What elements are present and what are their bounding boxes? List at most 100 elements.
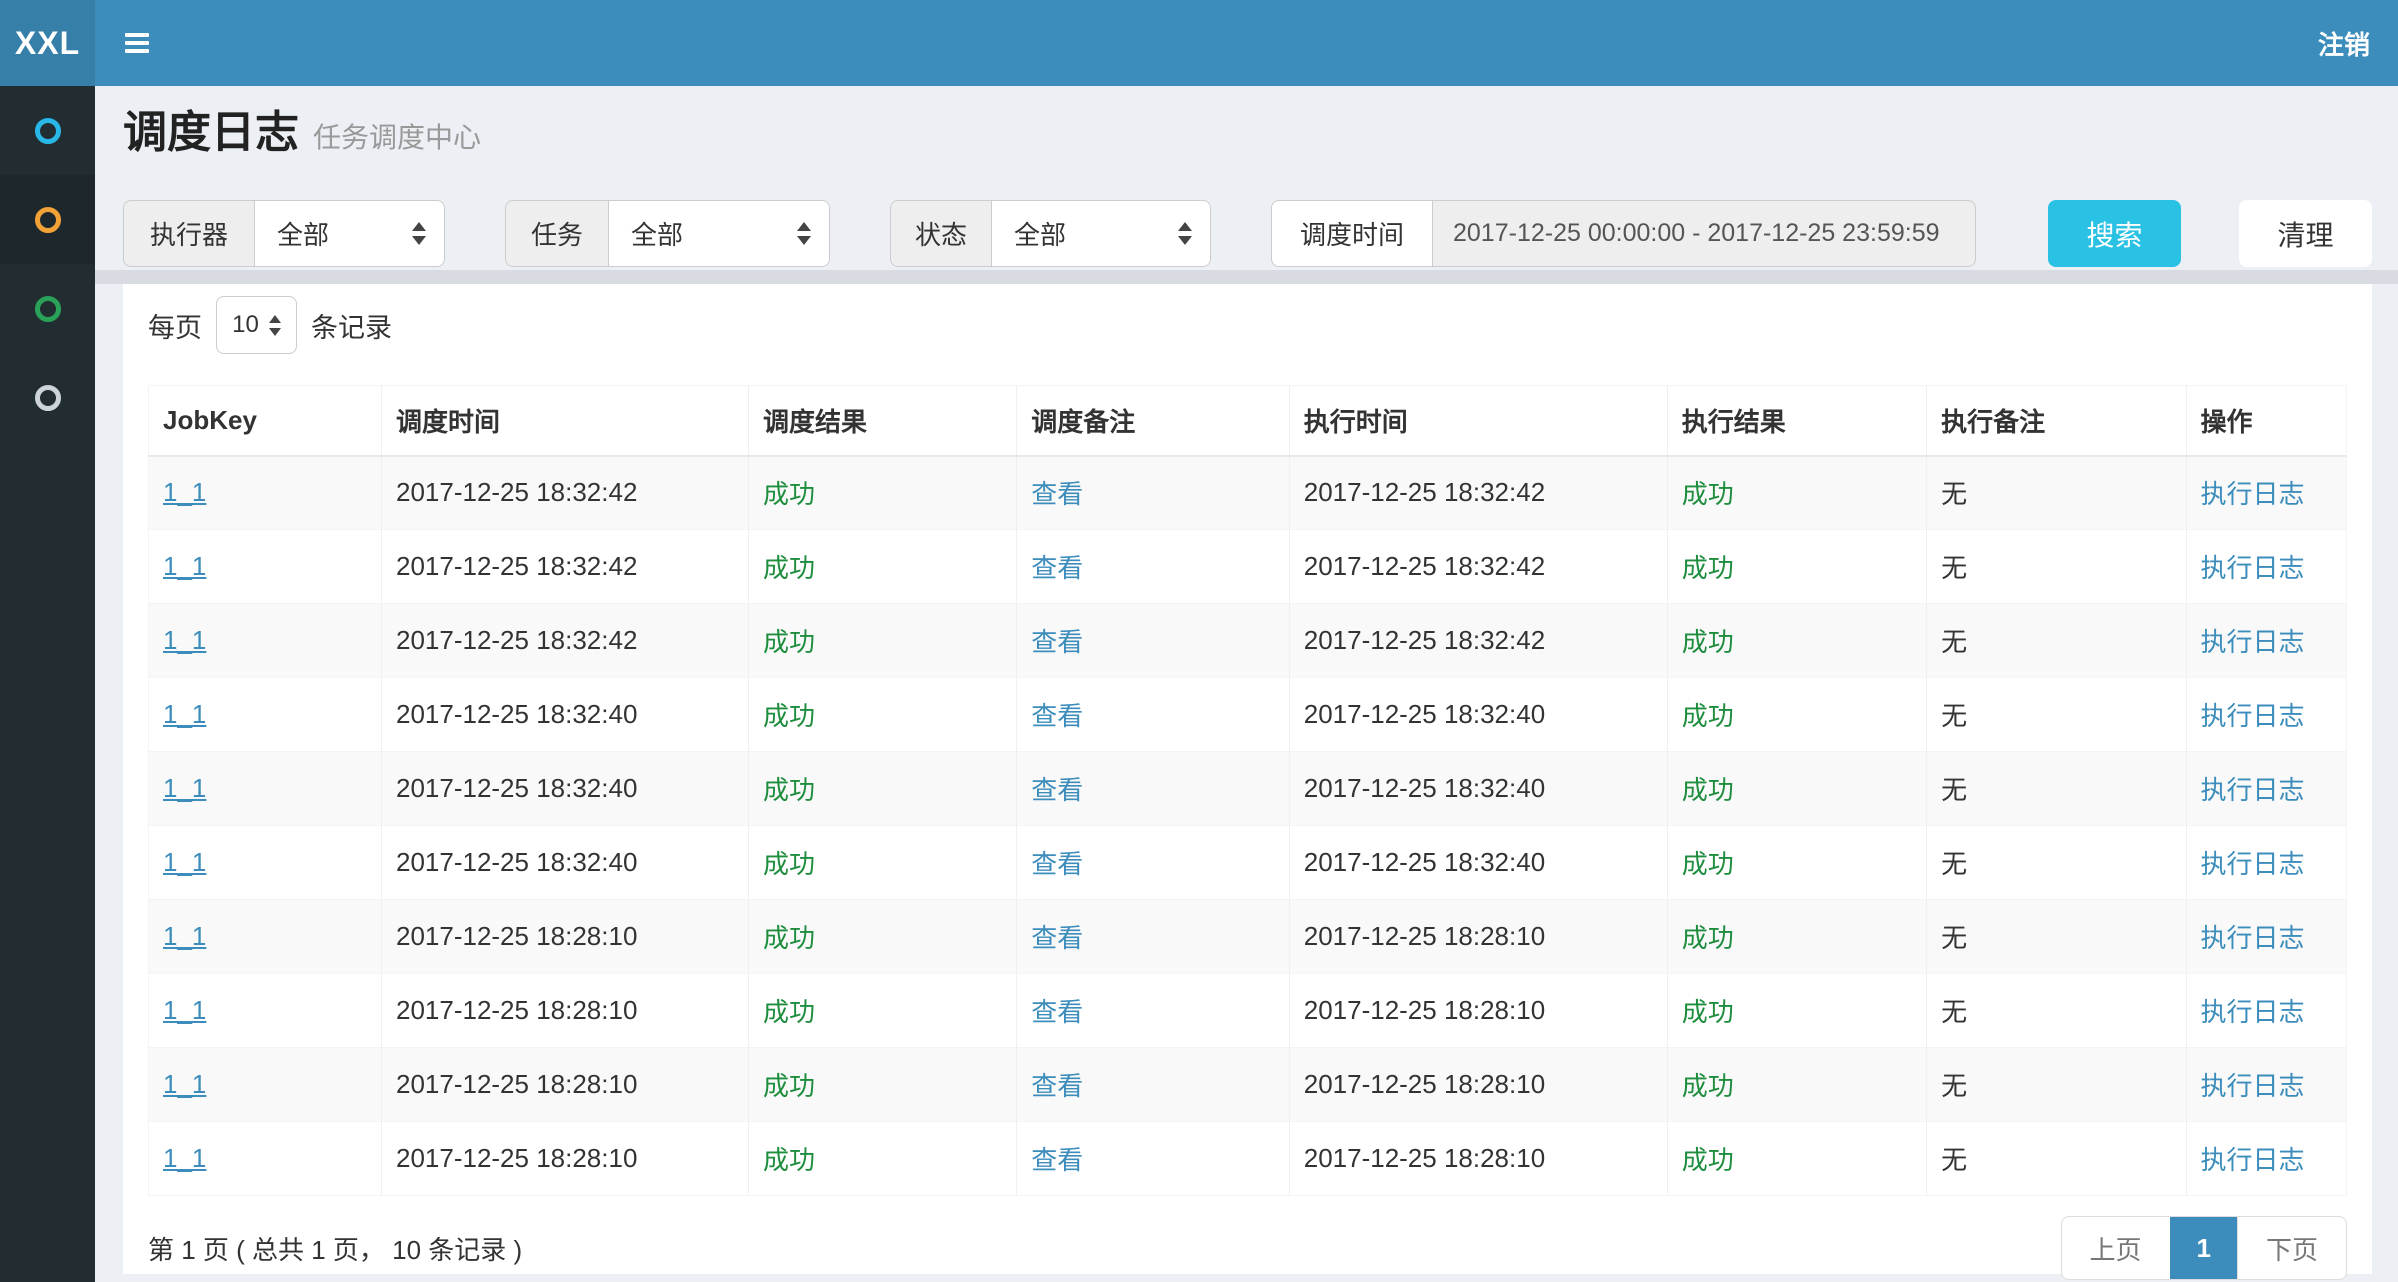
sidebar-item-menu-2[interactable] (0, 175, 95, 264)
cell-trigger_result: 成功 (749, 900, 1017, 974)
trigger_result-status: 成功 (763, 479, 815, 509)
trigger_msg-link[interactable]: 查看 (1031, 627, 1083, 657)
current-page-button[interactable]: 1 (2170, 1217, 2237, 1279)
cell-action: 执行日志 (2186, 900, 2347, 974)
cell-trigger_result: 成功 (749, 752, 1017, 826)
trigger_result-status: 成功 (763, 627, 815, 657)
action-link[interactable]: 执行日志 (2201, 1145, 2305, 1175)
cell-trigger_time: 2017-12-25 18:28:10 (381, 900, 748, 974)
cell-trigger_time: 2017-12-25 18:32:40 (381, 752, 748, 826)
action-link[interactable]: 执行日志 (2201, 627, 2305, 657)
handle_result-status: 成功 (1682, 923, 1734, 953)
jobkey-link[interactable]: 1_1 (163, 625, 206, 655)
executor-filter-select[interactable]: 全部 (254, 200, 445, 267)
trigger_msg-link[interactable]: 查看 (1031, 775, 1083, 805)
sidebar-item-menu-1[interactable] (0, 86, 95, 175)
table-row: 1_12017-12-25 18:32:40成功查看2017-12-25 18:… (149, 752, 2347, 826)
sidebar-toggle-icon[interactable] (125, 33, 149, 53)
cell-handle_result: 成功 (1667, 678, 1926, 752)
cell-trigger_msg: 查看 (1017, 752, 1290, 826)
job-filter-group: 任务 全部 (505, 200, 830, 267)
cell-trigger_msg: 查看 (1017, 1048, 1290, 1122)
jobkey-link[interactable]: 1_1 (163, 699, 206, 729)
trigger_msg-link[interactable]: 查看 (1031, 479, 1083, 509)
action-link[interactable]: 执行日志 (2201, 1071, 2305, 1101)
job-filter-select[interactable]: 全部 (608, 200, 830, 267)
circle-icon (35, 118, 61, 144)
action-link[interactable]: 执行日志 (2201, 923, 2305, 953)
cell-trigger_time: 2017-12-25 18:28:10 (381, 974, 748, 1048)
circle-icon (35, 385, 61, 411)
cell-trigger_time: 2017-12-25 18:32:40 (381, 678, 748, 752)
cell-action: 执行日志 (2186, 974, 2347, 1048)
column-header-jobkey: JobKey (149, 386, 382, 456)
cell-trigger_time: 2017-12-25 18:32:42 (381, 530, 748, 604)
handle_result-status: 成功 (1682, 479, 1734, 509)
prev-page-button[interactable]: 上页 (2062, 1217, 2170, 1279)
cell-trigger_msg: 查看 (1017, 604, 1290, 678)
column-header-trigger_result: 调度结果 (749, 386, 1017, 456)
handle_result-status: 成功 (1682, 1145, 1734, 1175)
cell-handle_time: 2017-12-25 18:32:42 (1289, 604, 1667, 678)
select-arrows-icon (1178, 222, 1192, 245)
cell-trigger_msg: 查看 (1017, 456, 1290, 530)
select-arrows-icon (412, 222, 426, 245)
cell-action: 执行日志 (2186, 530, 2347, 604)
table-footer: 第 1 页 ( 总共 1 页， 10 条记录 ) 上页 1 下页 (148, 1216, 2347, 1280)
cell-jobkey: 1_1 (149, 1122, 382, 1196)
next-page-button[interactable]: 下页 (2237, 1217, 2346, 1279)
trigger_result-status: 成功 (763, 1071, 815, 1101)
jobkey-link[interactable]: 1_1 (163, 995, 206, 1025)
table-row: 1_12017-12-25 18:28:10成功查看2017-12-25 18:… (149, 900, 2347, 974)
table-row: 1_12017-12-25 18:32:40成功查看2017-12-25 18:… (149, 826, 2347, 900)
table-row: 1_1 2017-12-25 18:28:10 成功 查看 2017-12-25 18:… (149, 1122, 2347, 1196)
trigger_msg-link[interactable]: 查看 (1031, 1145, 1083, 1175)
sidebar-item-menu-3[interactable] (0, 264, 95, 353)
cell-jobkey: 1_1 (149, 678, 382, 752)
trigger-time-range-input[interactable]: 2017-12-25 00:00:00 - 2017-12-25 23:59:5… (1432, 200, 1976, 267)
cell-trigger_msg: 查看 (1017, 678, 1290, 752)
trigger_msg-link[interactable]: 查看 (1031, 849, 1083, 879)
trigger_msg-link[interactable]: 查看 (1031, 997, 1083, 1027)
jobkey-link[interactable]: 1_1 (163, 773, 206, 803)
column-header-handle_time: 执行时间 (1289, 386, 1667, 456)
search-button[interactable]: 搜索 (2048, 200, 2181, 267)
jobkey-link[interactable]: 1_1 (163, 477, 206, 507)
cell-handle_time: 2017-12-25 18:32:42 (1289, 456, 1667, 530)
app-logo[interactable]: XXL (0, 0, 95, 86)
cell-handle_time: 2017-12-25 18:28:10 (1289, 1122, 1667, 1196)
column-header-trigger_time: 调度时间 (381, 386, 748, 456)
action-link[interactable]: 执行日志 (2201, 849, 2305, 879)
page-size-control: 每页 10 条记录 (148, 296, 2347, 354)
trigger_msg-link[interactable]: 查看 (1031, 553, 1083, 583)
sidebar-item-menu-4[interactable] (0, 353, 95, 442)
cell-trigger_time: 2017-12-25 18:28:10 (381, 1122, 748, 1196)
table-row: 1_12017-12-25 18:28:10成功查看2017-12-25 18:… (149, 974, 2347, 1048)
status-filter-select[interactable]: 全部 (991, 200, 1211, 267)
logout-link[interactable]: 注销 (2318, 25, 2370, 62)
cell-handle_result: 成功 (1667, 604, 1926, 678)
action-link[interactable]: 执行日志 (2201, 553, 2305, 583)
page-size-select[interactable]: 10 (216, 296, 297, 354)
pagination-summary: 第 1 页 ( 总共 1 页， 10 条记录 ) (148, 1230, 522, 1267)
action-link[interactable]: 执行日志 (2201, 701, 2305, 731)
clear-button[interactable]: 清理 (2239, 200, 2372, 267)
trigger_msg-link[interactable]: 查看 (1031, 701, 1083, 731)
table-row: 1_12017-12-25 18:28:10成功查看2017-12-25 18:… (149, 1048, 2347, 1122)
jobkey-link[interactable]: 1_1 (163, 847, 206, 877)
trigger-time-filter-group: 调度时间 2017-12-25 00:00:00 - 2017-12-25 23… (1271, 200, 1976, 267)
trigger_msg-link[interactable]: 查看 (1031, 923, 1083, 953)
action-link[interactable]: 执行日志 (2201, 479, 2305, 509)
jobkey-link[interactable]: 1_1 (163, 1069, 206, 1099)
action-link[interactable]: 执行日志 (2201, 997, 2305, 1027)
trigger_msg-link[interactable]: 查看 (1031, 1071, 1083, 1101)
executor-filter-group: 执行器 全部 (123, 200, 445, 267)
jobkey-link[interactable]: 1_1 (163, 1143, 206, 1173)
cell-action: 执行日志 (2186, 1048, 2347, 1122)
cell-handle_result: 成功 (1667, 974, 1926, 1048)
cell-trigger_msg: 查看 (1017, 1122, 1290, 1196)
action-link[interactable]: 执行日志 (2201, 775, 2305, 805)
jobkey-link[interactable]: 1_1 (163, 921, 206, 951)
select-arrows-icon (269, 315, 281, 336)
jobkey-link[interactable]: 1_1 (163, 551, 206, 581)
